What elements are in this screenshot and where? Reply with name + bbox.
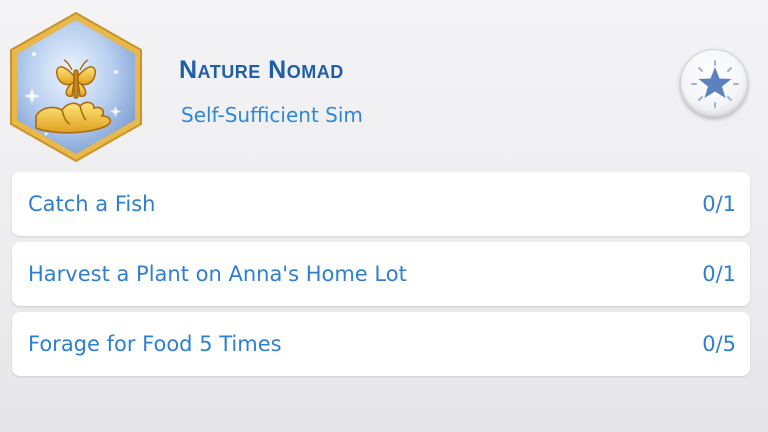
aspiration-header: Nature Nomad Self-Sufficient Sim bbox=[0, 0, 768, 170]
goal-progress: 0/1 bbox=[702, 192, 736, 216]
goal-label: Catch a Fish bbox=[28, 192, 156, 216]
goal-label: Forage for Food 5 Times bbox=[28, 332, 282, 356]
star-icon bbox=[691, 60, 739, 108]
aspiration-subtitle: Self-Sufficient Sim bbox=[181, 103, 363, 127]
goal-row-harvest-plant: Harvest a Plant on Anna's Home Lot 0/1 bbox=[12, 242, 750, 306]
aspiration-badge bbox=[6, 10, 146, 164]
aspiration-title: Nature Nomad bbox=[179, 56, 344, 84]
goal-label: Harvest a Plant on Anna's Home Lot bbox=[28, 262, 407, 286]
goal-progress: 0/5 bbox=[702, 332, 736, 356]
goal-progress: 0/1 bbox=[702, 262, 736, 286]
goal-row-forage-food: Forage for Food 5 Times 0/5 bbox=[12, 312, 750, 376]
goal-list: Catch a Fish 0/1 Harvest a Plant on Anna… bbox=[12, 172, 750, 382]
favorite-button[interactable] bbox=[680, 49, 748, 117]
goal-row-catch-fish: Catch a Fish 0/1 bbox=[12, 172, 750, 236]
butterfly-on-hand-icon bbox=[10, 11, 142, 163]
